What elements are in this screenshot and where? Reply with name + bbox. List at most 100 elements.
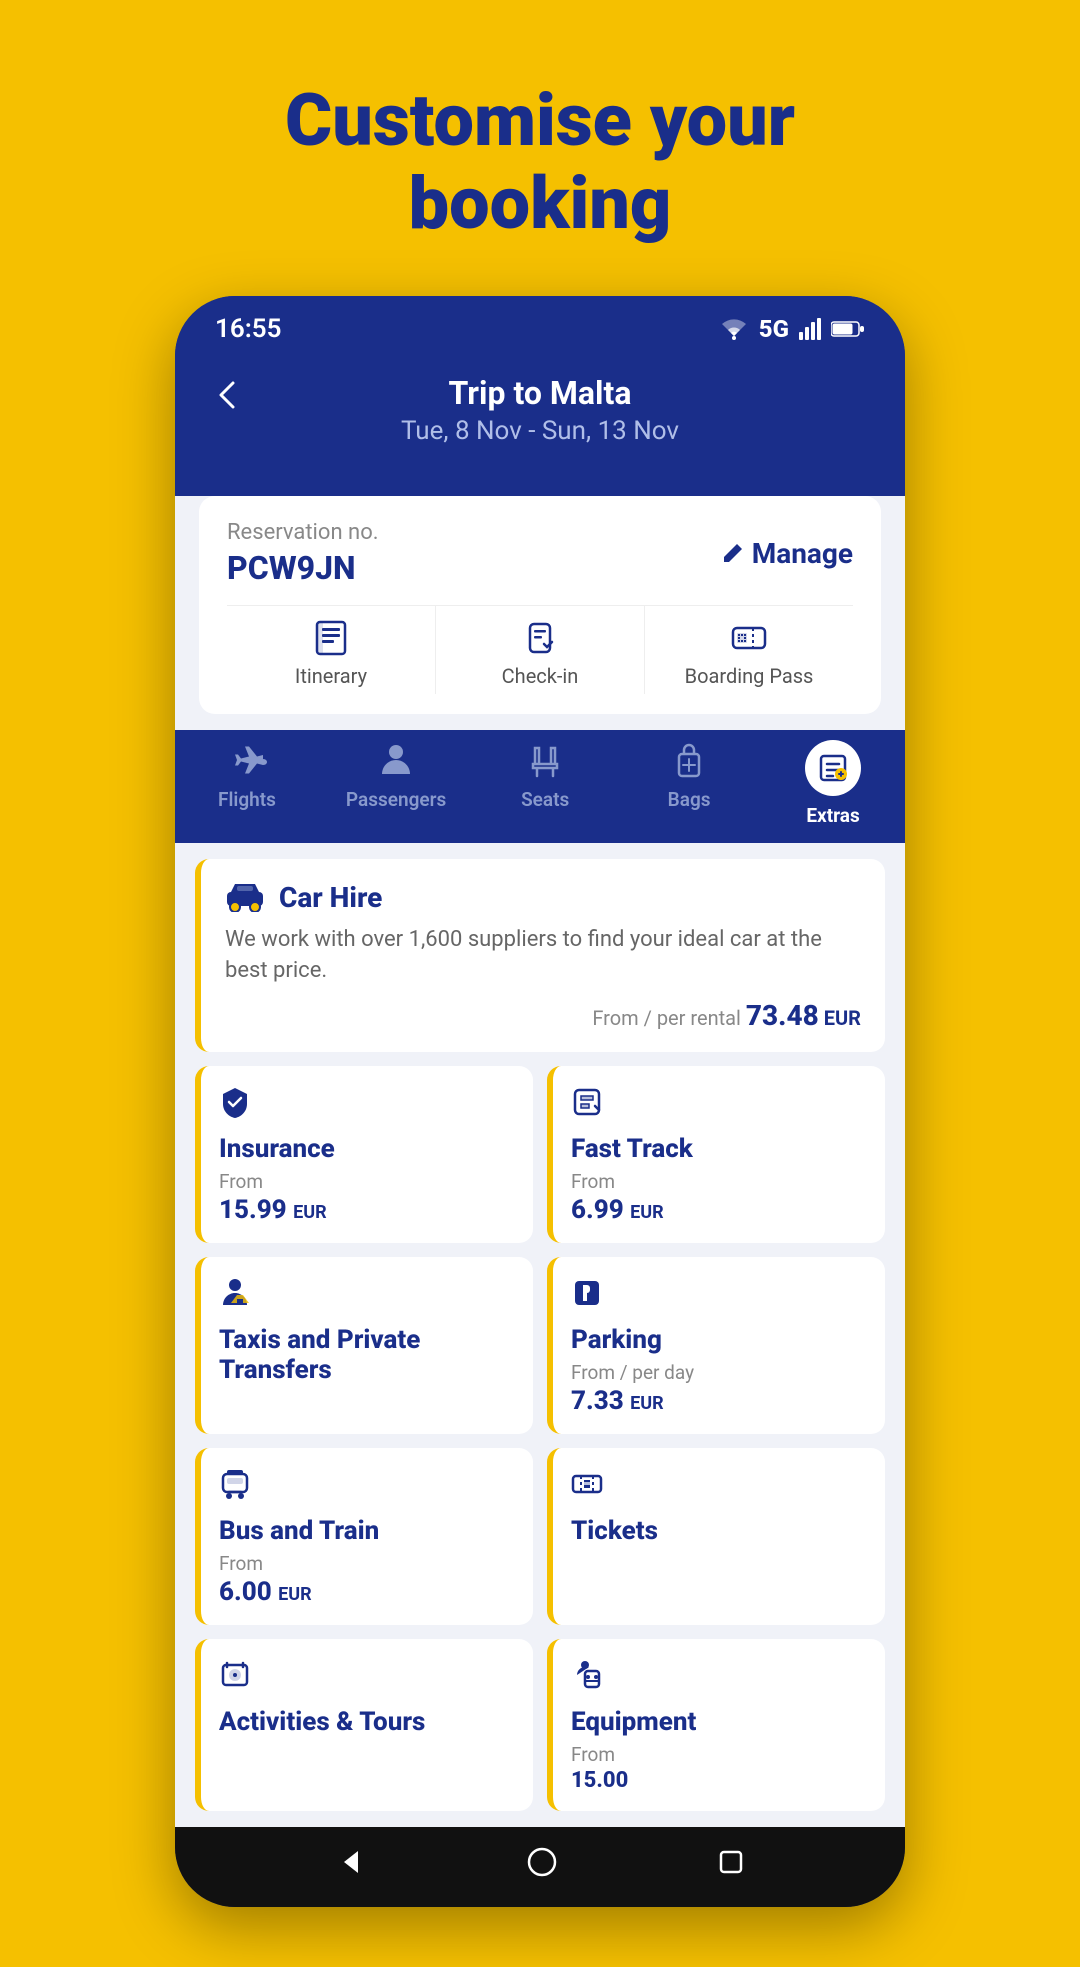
car-hire-currency: EUR [824, 1006, 861, 1030]
parking-card[interactable]: Parking From / per day 7.33 EUR [547, 1257, 885, 1434]
signal-badge: 5G [759, 315, 789, 343]
signal-icon [799, 318, 821, 340]
phone-frame: 16:55 5G [175, 296, 905, 1908]
service-nav-extras[interactable]: Extras [788, 740, 878, 827]
reservation-row: Reservation no. PCW9JN Manage [227, 520, 853, 587]
equipment-price: 15.00 [571, 1768, 867, 1793]
quick-nav: Itinerary Check-in [227, 605, 853, 694]
trip-dates: Tue, 8 Nov - Sun, 13 Nov [215, 416, 865, 446]
fast-track-title: Fast Track [571, 1134, 867, 1164]
equipment-card[interactable]: Equipment From 15.00 [547, 1639, 885, 1811]
activities-title: Activities & Tours [219, 1707, 515, 1737]
nav-recents-icon [718, 1849, 744, 1875]
status-bar: 16:55 5G [175, 296, 905, 354]
recents-btn[interactable] [718, 1849, 744, 1875]
car-hire-icon [225, 882, 265, 912]
manage-label[interactable]: Manage [752, 537, 853, 570]
status-icons: 5G [719, 315, 865, 343]
bus-train-icon [219, 1468, 251, 1500]
activities-card[interactable]: Activities & Tours [195, 1639, 533, 1811]
boarding-pass-icon [731, 620, 767, 656]
service-nav-flights[interactable]: Flights [202, 740, 292, 827]
taxis-card[interactable]: Taxis and Private Transfers [195, 1257, 533, 1434]
tickets-icon [571, 1468, 603, 1500]
cards-row-3: Bus and Train From 6.00 EUR [195, 1448, 885, 1625]
reservation-number: PCW9JN [227, 549, 379, 587]
car-hire-price-value: 73.48 [746, 999, 819, 1032]
fast-track-card[interactable]: Fast Track From 6.99 EUR [547, 1066, 885, 1243]
fast-track-price: 6.99 EUR [571, 1195, 867, 1225]
parking-price: 7.33 EUR [571, 1386, 867, 1416]
quick-nav-itinerary[interactable]: Itinerary [227, 606, 435, 694]
cards-row-1: Insurance From 15.99 EUR [195, 1066, 885, 1243]
quick-nav-boarding[interactable]: Boarding Pass [644, 606, 853, 694]
extras-icon-bg [805, 740, 861, 796]
passengers-icon [376, 740, 416, 780]
service-nav-bags[interactable]: Bags [644, 740, 734, 827]
bus-train-price: 6.00 EUR [219, 1577, 515, 1607]
quick-nav-checkin[interactable]: Check-in [435, 606, 644, 694]
nav-home-icon [527, 1847, 557, 1877]
tickets-title: Tickets [571, 1516, 867, 1546]
status-time: 16:55 [215, 314, 282, 344]
equipment-icon [571, 1659, 603, 1691]
page-headline: Customise your booking [225, 0, 855, 296]
passengers-label: Passengers [346, 788, 446, 811]
insurance-card[interactable]: Insurance From 15.99 EUR [195, 1066, 533, 1243]
seats-label: Seats [521, 788, 569, 811]
insurance-price: 15.99 EUR [219, 1195, 515, 1225]
car-hire-title: Car Hire [279, 881, 382, 914]
cards-row-4: Activities & Tours [195, 1639, 885, 1811]
page-background: Customise your booking 16:55 5G [0, 0, 1080, 1967]
equipment-from: From [571, 1743, 867, 1766]
flights-label: Flights [218, 788, 276, 811]
app-header: Trip to Malta Tue, 8 Nov - Sun, 13 Nov [175, 354, 905, 476]
phone-bottom-bar [175, 1827, 905, 1907]
parking-title: Parking [571, 1325, 867, 1355]
insurance-from: From [219, 1170, 515, 1193]
back-button[interactable] [211, 376, 247, 423]
extras-icon [817, 752, 849, 784]
itinerary-label: Itinerary [295, 664, 367, 688]
service-nav-seats[interactable]: Seats [500, 740, 590, 827]
car-hire-price: From / per rental 73.48 EUR [225, 999, 861, 1032]
service-nav: Flights Passengers Seats [175, 730, 905, 843]
bags-icon [669, 740, 709, 780]
back-btn[interactable] [336, 1847, 366, 1877]
boarding-label: Boarding Pass [685, 664, 814, 688]
cards-row-2: Taxis and Private Transfers Parking [195, 1257, 885, 1434]
checkin-label: Check-in [502, 664, 579, 688]
activities-icon [219, 1659, 251, 1691]
trip-title: Trip to Malta [215, 374, 865, 412]
parking-icon [571, 1277, 603, 1309]
taxis-title: Taxis and Private Transfers [219, 1325, 515, 1385]
manage-button[interactable]: Manage [722, 537, 853, 570]
car-hire-card[interactable]: Car Hire We work with over 1,600 supplie… [195, 859, 885, 1053]
insurance-icon [219, 1086, 251, 1118]
home-btn[interactable] [527, 1847, 557, 1877]
reservation-label: Reservation no. [227, 520, 379, 545]
car-hire-desc: We work with over 1,600 suppliers to fin… [225, 924, 861, 988]
cards-container: Car Hire We work with over 1,600 supplie… [175, 843, 905, 1828]
main-content: Reservation no. PCW9JN Manage [175, 496, 905, 1828]
bus-train-card[interactable]: Bus and Train From 6.00 EUR [195, 1448, 533, 1625]
itinerary-icon [313, 620, 349, 656]
checkin-icon [522, 620, 558, 656]
service-nav-passengers[interactable]: Passengers [346, 740, 446, 827]
reservation-card: Reservation no. PCW9JN Manage [199, 496, 881, 714]
equipment-title: Equipment [571, 1707, 867, 1737]
parking-from: From / per day [571, 1361, 867, 1384]
battery-icon [831, 320, 865, 338]
tickets-card[interactable]: Tickets [547, 1448, 885, 1625]
bus-train-from: From [219, 1552, 515, 1575]
headline-text: Customise your booking [285, 80, 795, 246]
bus-train-title: Bus and Train [219, 1516, 515, 1546]
insurance-title: Insurance [219, 1134, 515, 1164]
fast-track-from: From [571, 1170, 867, 1193]
flights-icon [227, 740, 267, 780]
seats-icon [525, 740, 565, 780]
pencil-icon [722, 542, 744, 564]
fast-track-icon [571, 1086, 603, 1118]
car-hire-price-label: From / per rental [592, 1006, 741, 1030]
taxi-icon [219, 1277, 251, 1309]
